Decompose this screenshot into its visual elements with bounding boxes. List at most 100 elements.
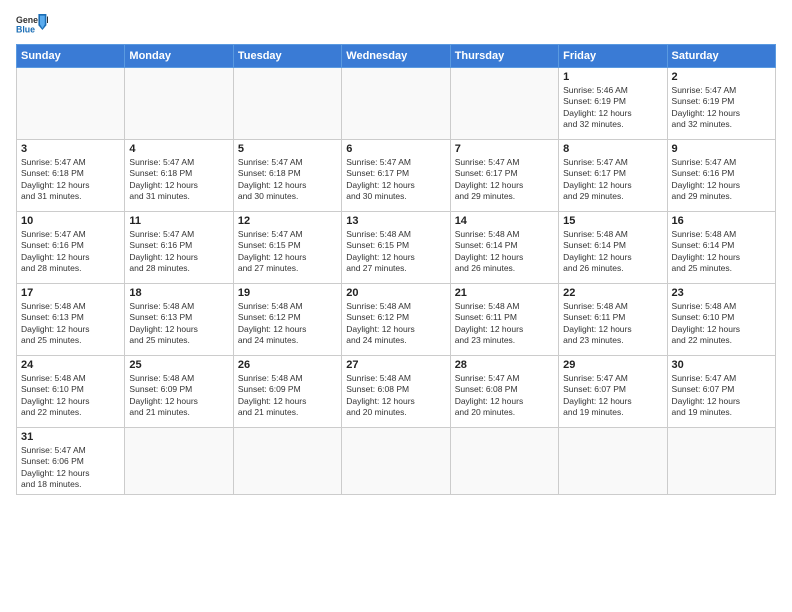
day-info: Sunrise: 5:48 AM Sunset: 6:12 PM Dayligh… xyxy=(238,301,337,347)
day-info: Sunrise: 5:48 AM Sunset: 6:08 PM Dayligh… xyxy=(346,373,445,419)
col-header-monday: Monday xyxy=(125,45,233,68)
day-info: Sunrise: 5:48 AM Sunset: 6:14 PM Dayligh… xyxy=(455,229,554,275)
day-info: Sunrise: 5:48 AM Sunset: 6:09 PM Dayligh… xyxy=(129,373,228,419)
day-cell xyxy=(233,68,341,140)
day-number: 17 xyxy=(21,287,120,299)
day-number: 9 xyxy=(672,143,771,155)
day-cell xyxy=(125,428,233,495)
day-number: 18 xyxy=(129,287,228,299)
day-info: Sunrise: 5:48 AM Sunset: 6:11 PM Dayligh… xyxy=(455,301,554,347)
day-info: Sunrise: 5:47 AM Sunset: 6:17 PM Dayligh… xyxy=(455,157,554,203)
day-info: Sunrise: 5:47 AM Sunset: 6:06 PM Dayligh… xyxy=(21,445,120,491)
day-cell: 17 Sunrise: 5:48 AM Sunset: 6:13 PM Dayli… xyxy=(17,284,125,356)
day-cell: 2 Sunrise: 5:47 AM Sunset: 6:19 PM Daylig… xyxy=(667,68,775,140)
day-cell: 13 Sunrise: 5:48 AM Sunset: 6:15 PM Dayli… xyxy=(342,212,450,284)
day-number: 2 xyxy=(672,71,771,83)
day-cell: 26 Sunrise: 5:48 AM Sunset: 6:09 PM Dayli… xyxy=(233,356,341,428)
day-info: Sunrise: 5:47 AM Sunset: 6:17 PM Dayligh… xyxy=(563,157,662,203)
day-number: 25 xyxy=(129,359,228,371)
day-number: 29 xyxy=(563,359,662,371)
day-cell: 22Sunrise: 5:48 AM Sunset: 6:11 PM Dayli… xyxy=(559,284,667,356)
header: General Blue xyxy=(16,12,776,40)
day-number: 13 xyxy=(346,215,445,227)
day-info: Sunrise: 5:48 AM Sunset: 6:13 PM Dayligh… xyxy=(129,301,228,347)
day-info: Sunrise: 5:48 AM Sunset: 6:11 PM Dayligh… xyxy=(563,301,662,347)
calendar-table: SundayMondayTuesdayWednesdayThursdayFrid… xyxy=(16,44,776,495)
day-info: Sunrise: 5:47 AM Sunset: 6:18 PM Dayligh… xyxy=(129,157,228,203)
day-cell xyxy=(342,428,450,495)
day-cell: 19 Sunrise: 5:48 AM Sunset: 6:12 PM Dayli… xyxy=(233,284,341,356)
day-info: Sunrise: 5:47 AM Sunset: 6:17 PM Dayligh… xyxy=(346,157,445,203)
day-cell: 18 Sunrise: 5:48 AM Sunset: 6:13 PM Dayli… xyxy=(125,284,233,356)
day-info: Sunrise: 5:48 AM Sunset: 6:13 PM Dayligh… xyxy=(21,301,120,347)
generalblue-logo-icon: General Blue xyxy=(16,12,48,40)
day-number: 30 xyxy=(672,359,771,371)
day-info: Sunrise: 5:47 AM Sunset: 6:16 PM Dayligh… xyxy=(129,229,228,275)
day-number: 7 xyxy=(455,143,554,155)
day-cell xyxy=(17,68,125,140)
day-info: Sunrise: 5:48 AM Sunset: 6:15 PM Dayligh… xyxy=(346,229,445,275)
day-cell: 30 Sunrise: 5:47 AM Sunset: 6:07 PM Dayli… xyxy=(667,356,775,428)
day-cell: 5Sunrise: 5:47 AM Sunset: 6:18 PM Daylig… xyxy=(233,140,341,212)
day-info: Sunrise: 5:47 AM Sunset: 6:08 PM Dayligh… xyxy=(455,373,554,419)
day-cell: 4 Sunrise: 5:47 AM Sunset: 6:18 PM Daylig… xyxy=(125,140,233,212)
day-info: Sunrise: 5:48 AM Sunset: 6:14 PM Dayligh… xyxy=(672,229,771,275)
day-cell: 9 Sunrise: 5:47 AM Sunset: 6:16 PM Daylig… xyxy=(667,140,775,212)
week-row-3: 10Sunrise: 5:47 AM Sunset: 6:16 PM Dayli… xyxy=(17,212,776,284)
day-cell xyxy=(667,428,775,495)
day-cell: 11Sunrise: 5:47 AM Sunset: 6:16 PM Dayli… xyxy=(125,212,233,284)
col-header-wednesday: Wednesday xyxy=(342,45,450,68)
day-number: 24 xyxy=(21,359,120,371)
day-number: 15 xyxy=(563,215,662,227)
week-row-4: 17 Sunrise: 5:48 AM Sunset: 6:13 PM Dayli… xyxy=(17,284,776,356)
col-header-friday: Friday xyxy=(559,45,667,68)
day-cell: 28Sunrise: 5:47 AM Sunset: 6:08 PM Dayli… xyxy=(450,356,558,428)
day-number: 8 xyxy=(563,143,662,155)
col-header-thursday: Thursday xyxy=(450,45,558,68)
calendar-header: SundayMondayTuesdayWednesdayThursdayFrid… xyxy=(17,45,776,68)
day-number: 3 xyxy=(21,143,120,155)
day-number: 20 xyxy=(346,287,445,299)
logo: General Blue xyxy=(16,12,48,40)
svg-text:Blue: Blue xyxy=(16,24,35,34)
day-cell: 21 Sunrise: 5:48 AM Sunset: 6:11 PM Dayli… xyxy=(450,284,558,356)
day-info: Sunrise: 5:47 AM Sunset: 6:07 PM Dayligh… xyxy=(672,373,771,419)
col-header-saturday: Saturday xyxy=(667,45,775,68)
day-cell: 23Sunrise: 5:48 AM Sunset: 6:10 PM Dayli… xyxy=(667,284,775,356)
day-cell: 8 Sunrise: 5:47 AM Sunset: 6:17 PM Daylig… xyxy=(559,140,667,212)
day-cell: 24Sunrise: 5:48 AM Sunset: 6:10 PM Dayli… xyxy=(17,356,125,428)
day-cell xyxy=(342,68,450,140)
day-info: Sunrise: 5:47 AM Sunset: 6:16 PM Dayligh… xyxy=(21,229,120,275)
day-number: 26 xyxy=(238,359,337,371)
day-info: Sunrise: 5:48 AM Sunset: 6:10 PM Dayligh… xyxy=(672,301,771,347)
day-number: 19 xyxy=(238,287,337,299)
day-cell: 14 Sunrise: 5:48 AM Sunset: 6:14 PM Dayli… xyxy=(450,212,558,284)
day-cell: 20 Sunrise: 5:48 AM Sunset: 6:12 PM Dayli… xyxy=(342,284,450,356)
day-number: 21 xyxy=(455,287,554,299)
day-info: Sunrise: 5:48 AM Sunset: 6:09 PM Dayligh… xyxy=(238,373,337,419)
week-row-6: 31 Sunrise: 5:47 AM Sunset: 6:06 PM Dayli… xyxy=(17,428,776,495)
day-info: Sunrise: 5:48 AM Sunset: 6:12 PM Dayligh… xyxy=(346,301,445,347)
day-info: Sunrise: 5:47 AM Sunset: 6:16 PM Dayligh… xyxy=(672,157,771,203)
day-cell xyxy=(233,428,341,495)
week-row-2: 3 Sunrise: 5:47 AM Sunset: 6:18 PM Daylig… xyxy=(17,140,776,212)
day-number: 16 xyxy=(672,215,771,227)
header-row: SundayMondayTuesdayWednesdayThursdayFrid… xyxy=(17,45,776,68)
day-cell xyxy=(125,68,233,140)
week-row-5: 24Sunrise: 5:48 AM Sunset: 6:10 PM Dayli… xyxy=(17,356,776,428)
day-info: Sunrise: 5:47 AM Sunset: 6:19 PM Dayligh… xyxy=(672,85,771,131)
day-cell: 1Sunrise: 5:46 AM Sunset: 6:19 PM Daylig… xyxy=(559,68,667,140)
day-cell: 31 Sunrise: 5:47 AM Sunset: 6:06 PM Dayli… xyxy=(17,428,125,495)
page: General Blue SundayMondayTuesdayWednesda… xyxy=(0,0,792,503)
day-number: 27 xyxy=(346,359,445,371)
day-number: 31 xyxy=(21,431,120,443)
day-number: 6 xyxy=(346,143,445,155)
day-info: Sunrise: 5:46 AM Sunset: 6:19 PM Dayligh… xyxy=(563,85,662,131)
day-number: 4 xyxy=(129,143,228,155)
day-number: 14 xyxy=(455,215,554,227)
day-cell: 29Sunrise: 5:47 AM Sunset: 6:07 PM Dayli… xyxy=(559,356,667,428)
day-cell: 6 Sunrise: 5:47 AM Sunset: 6:17 PM Daylig… xyxy=(342,140,450,212)
day-cell: 12Sunrise: 5:47 AM Sunset: 6:15 PM Dayli… xyxy=(233,212,341,284)
day-cell: 3Sunrise: 5:47 AM Sunset: 6:18 PM Daylig… xyxy=(17,140,125,212)
day-cell xyxy=(559,428,667,495)
